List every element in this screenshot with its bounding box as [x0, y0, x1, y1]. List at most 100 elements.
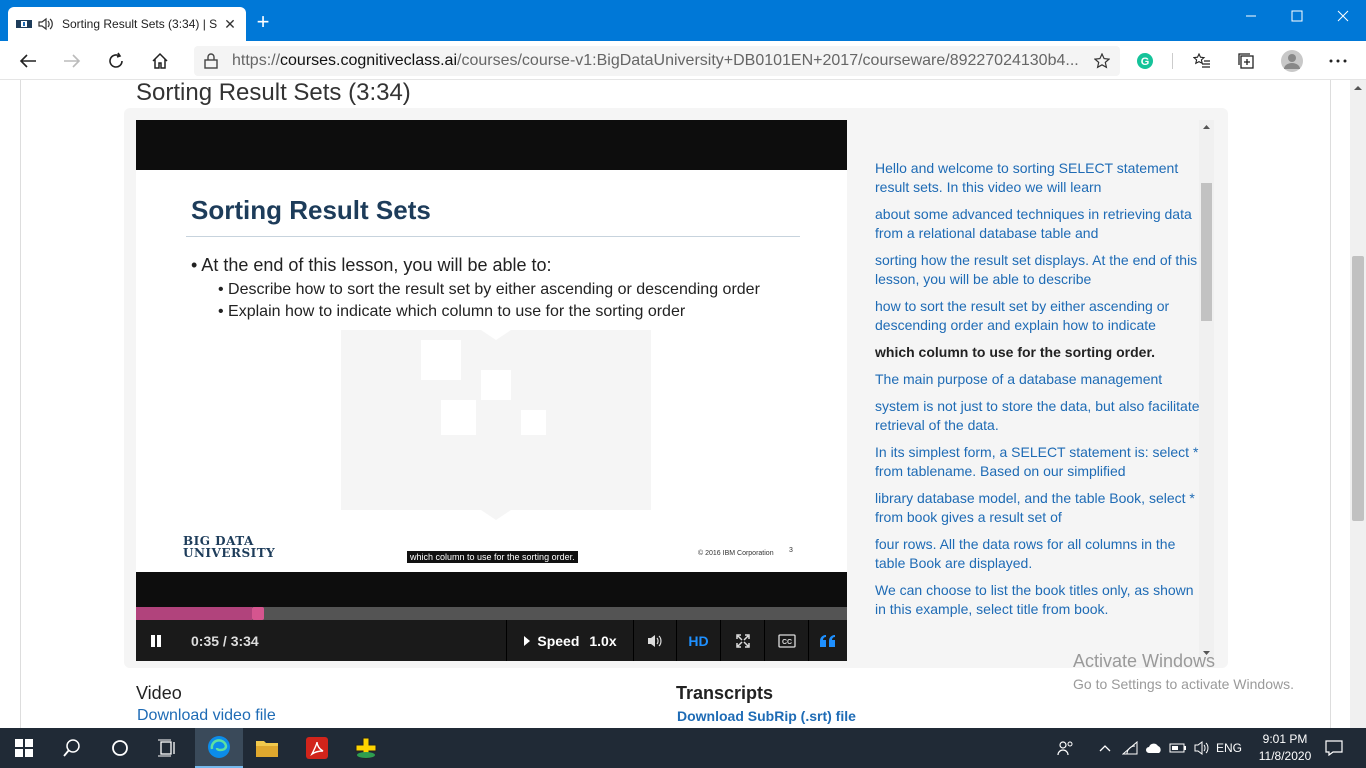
task-view-icon [158, 739, 175, 757]
grammarly-extension-icon[interactable]: G [1129, 45, 1161, 77]
closed-captions-button[interactable]: CC [764, 620, 808, 661]
close-window-button[interactable] [1320, 0, 1366, 32]
video-slide[interactable]: Sorting Result Sets • At the end of this… [136, 170, 847, 572]
volume-icon [648, 634, 662, 647]
folder-icon [256, 741, 278, 757]
video-player[interactable]: Sorting Result Sets • At the end of this… [136, 120, 847, 661]
scroll-up-arrow-icon[interactable] [1199, 120, 1214, 134]
page-scroll-thumb[interactable] [1352, 256, 1364, 521]
app-plus-icon [355, 737, 377, 759]
cortana-button[interactable] [96, 728, 144, 768]
notifications-button[interactable] [1312, 728, 1356, 768]
activate-windows-watermark: Activate Windows [1073, 651, 1216, 671]
transcript-line[interactable]: about some advanced techniques in retrie… [875, 205, 1200, 243]
speaker-icon[interactable] [1190, 728, 1214, 768]
taskbar-app[interactable] [342, 728, 390, 768]
back-arrow-icon [19, 54, 36, 68]
transcript-line[interactable]: sorting how the result set displays. At … [875, 251, 1200, 289]
download-srt-link[interactable]: Download SubRip (.srt) file [677, 708, 856, 724]
progress-scrubber-handle[interactable] [252, 607, 264, 620]
collections-icon [1238, 53, 1254, 69]
tab-close-icon[interactable]: ✕ [222, 16, 238, 32]
task-view-button[interactable] [144, 728, 192, 768]
transcript-line[interactable]: how to sort the result set by either asc… [875, 297, 1200, 335]
people-icon [1057, 741, 1073, 756]
clock-time: 9:01 PM [1262, 732, 1308, 746]
transcript-line[interactable]: which column to use for the sorting orde… [875, 343, 1200, 362]
big-data-university-logo: BIG DATA UNIVERSITY [183, 535, 275, 559]
logo-line: UNIVERSITY [183, 546, 276, 560]
onedrive-cloud-icon[interactable] [1142, 728, 1166, 768]
chevron-up-icon [1099, 745, 1111, 752]
refresh-button[interactable] [100, 45, 132, 77]
favorites-list-icon [1193, 53, 1210, 68]
transcript-line[interactable]: We can choose to list the book titles on… [875, 581, 1200, 619]
notification-icon [1325, 740, 1343, 756]
forward-button[interactable] [56, 45, 88, 77]
system-clock[interactable]: 9:01 PM 11/8/2020 [1248, 731, 1322, 765]
toolbar-divider [1172, 53, 1173, 69]
battery-icon[interactable] [1166, 728, 1190, 768]
taskbar-edge[interactable] [195, 728, 243, 768]
search-button[interactable] [48, 728, 96, 768]
transcript-line[interactable]: system is not just to store the data, bu… [875, 397, 1200, 435]
fullscreen-button[interactable] [720, 620, 764, 661]
slide-sub-bullet: • Explain how to indicate which column t… [218, 303, 686, 320]
video-downloads-heading: Video [136, 683, 182, 703]
video-progress-bar[interactable] [136, 607, 847, 620]
content-border-right [1330, 80, 1331, 728]
cortana-circle-icon [112, 740, 128, 756]
hd-button[interactable]: HD [676, 620, 720, 661]
more-menu-icon[interactable] [1322, 45, 1354, 77]
minimize-button[interactable] [1228, 0, 1274, 32]
pause-button[interactable] [136, 620, 176, 661]
people-button[interactable] [1046, 728, 1086, 768]
book-watermark-icon [341, 330, 651, 520]
page-scroll-up-icon[interactable] [1350, 80, 1366, 96]
network-icon[interactable] [1118, 728, 1142, 768]
transcript-line[interactable]: In its simplest form, a SELECT statement… [875, 443, 1200, 481]
taskbar-file-explorer[interactable] [243, 728, 291, 768]
slide-heading: Sorting Result Sets [191, 195, 431, 225]
transcript-line[interactable]: library database model, and the table Bo… [875, 489, 1200, 527]
volume-button[interactable] [633, 620, 676, 661]
transcript-line[interactable]: four rows. All the data rows for all col… [875, 535, 1200, 573]
collections-button[interactable] [1230, 45, 1262, 77]
lock-icon[interactable] [204, 53, 218, 69]
profile-avatar[interactable] [1276, 45, 1308, 77]
home-button[interactable] [144, 45, 176, 77]
transcript-line[interactable]: The main purpose of a database managemen… [875, 370, 1200, 389]
maximize-button[interactable] [1274, 0, 1320, 32]
taskbar-acrobat[interactable] [293, 728, 341, 768]
new-tab-button[interactable]: + [252, 11, 274, 34]
back-button[interactable] [12, 45, 44, 77]
slide-page-number: 3 [789, 547, 793, 554]
url-text[interactable]: https://courses.cognitiveclass.ai/course… [232, 52, 1084, 70]
address-bar[interactable]: https://courses.cognitiveclass.ai/course… [194, 46, 1120, 76]
favorites-button[interactable] [1186, 45, 1218, 77]
start-button[interactable] [0, 728, 48, 768]
url-path: /courses/course-v1:BigDataUniversity+DB0… [457, 52, 1079, 69]
download-video-link[interactable]: Download video file [137, 707, 276, 725]
windows-taskbar: ENG 9:01 PM 11/8/2020 [0, 728, 1366, 768]
url-scheme: https:// [232, 52, 281, 69]
transcript-panel[interactable]: Hello and welcome to sorting SELECT stat… [847, 120, 1217, 656]
cc-icon: CC [777, 633, 796, 648]
site-favicon-icon [16, 18, 32, 30]
fullscreen-icon [735, 633, 750, 648]
tab-audio-icon[interactable] [38, 17, 54, 31]
speed-button[interactable]: Speed 1.0x [506, 620, 633, 661]
transcript-toggle-button[interactable] [808, 620, 847, 661]
transcript-scroll-thumb[interactable] [1201, 183, 1212, 321]
show-hidden-icons-button[interactable] [1092, 728, 1118, 768]
video-caption: which column to use for the sorting orde… [407, 551, 578, 563]
page-title: Sorting Result Sets (3:34) [136, 80, 411, 106]
favorite-star-icon[interactable] [1094, 53, 1110, 69]
caret-right-icon [524, 635, 531, 646]
transcript-line[interactable]: Hello and welcome to sorting SELECT stat… [875, 159, 1200, 197]
svg-text:G: G [1141, 56, 1150, 68]
clock-date: 11/8/2020 [1258, 749, 1312, 763]
input-language[interactable]: ENG [1216, 728, 1242, 768]
slide-sub-bullet: • Describe how to sort the result set by… [218, 281, 760, 298]
browser-tab[interactable]: Sorting Result Sets (3:34) | S ✕ [8, 7, 246, 41]
